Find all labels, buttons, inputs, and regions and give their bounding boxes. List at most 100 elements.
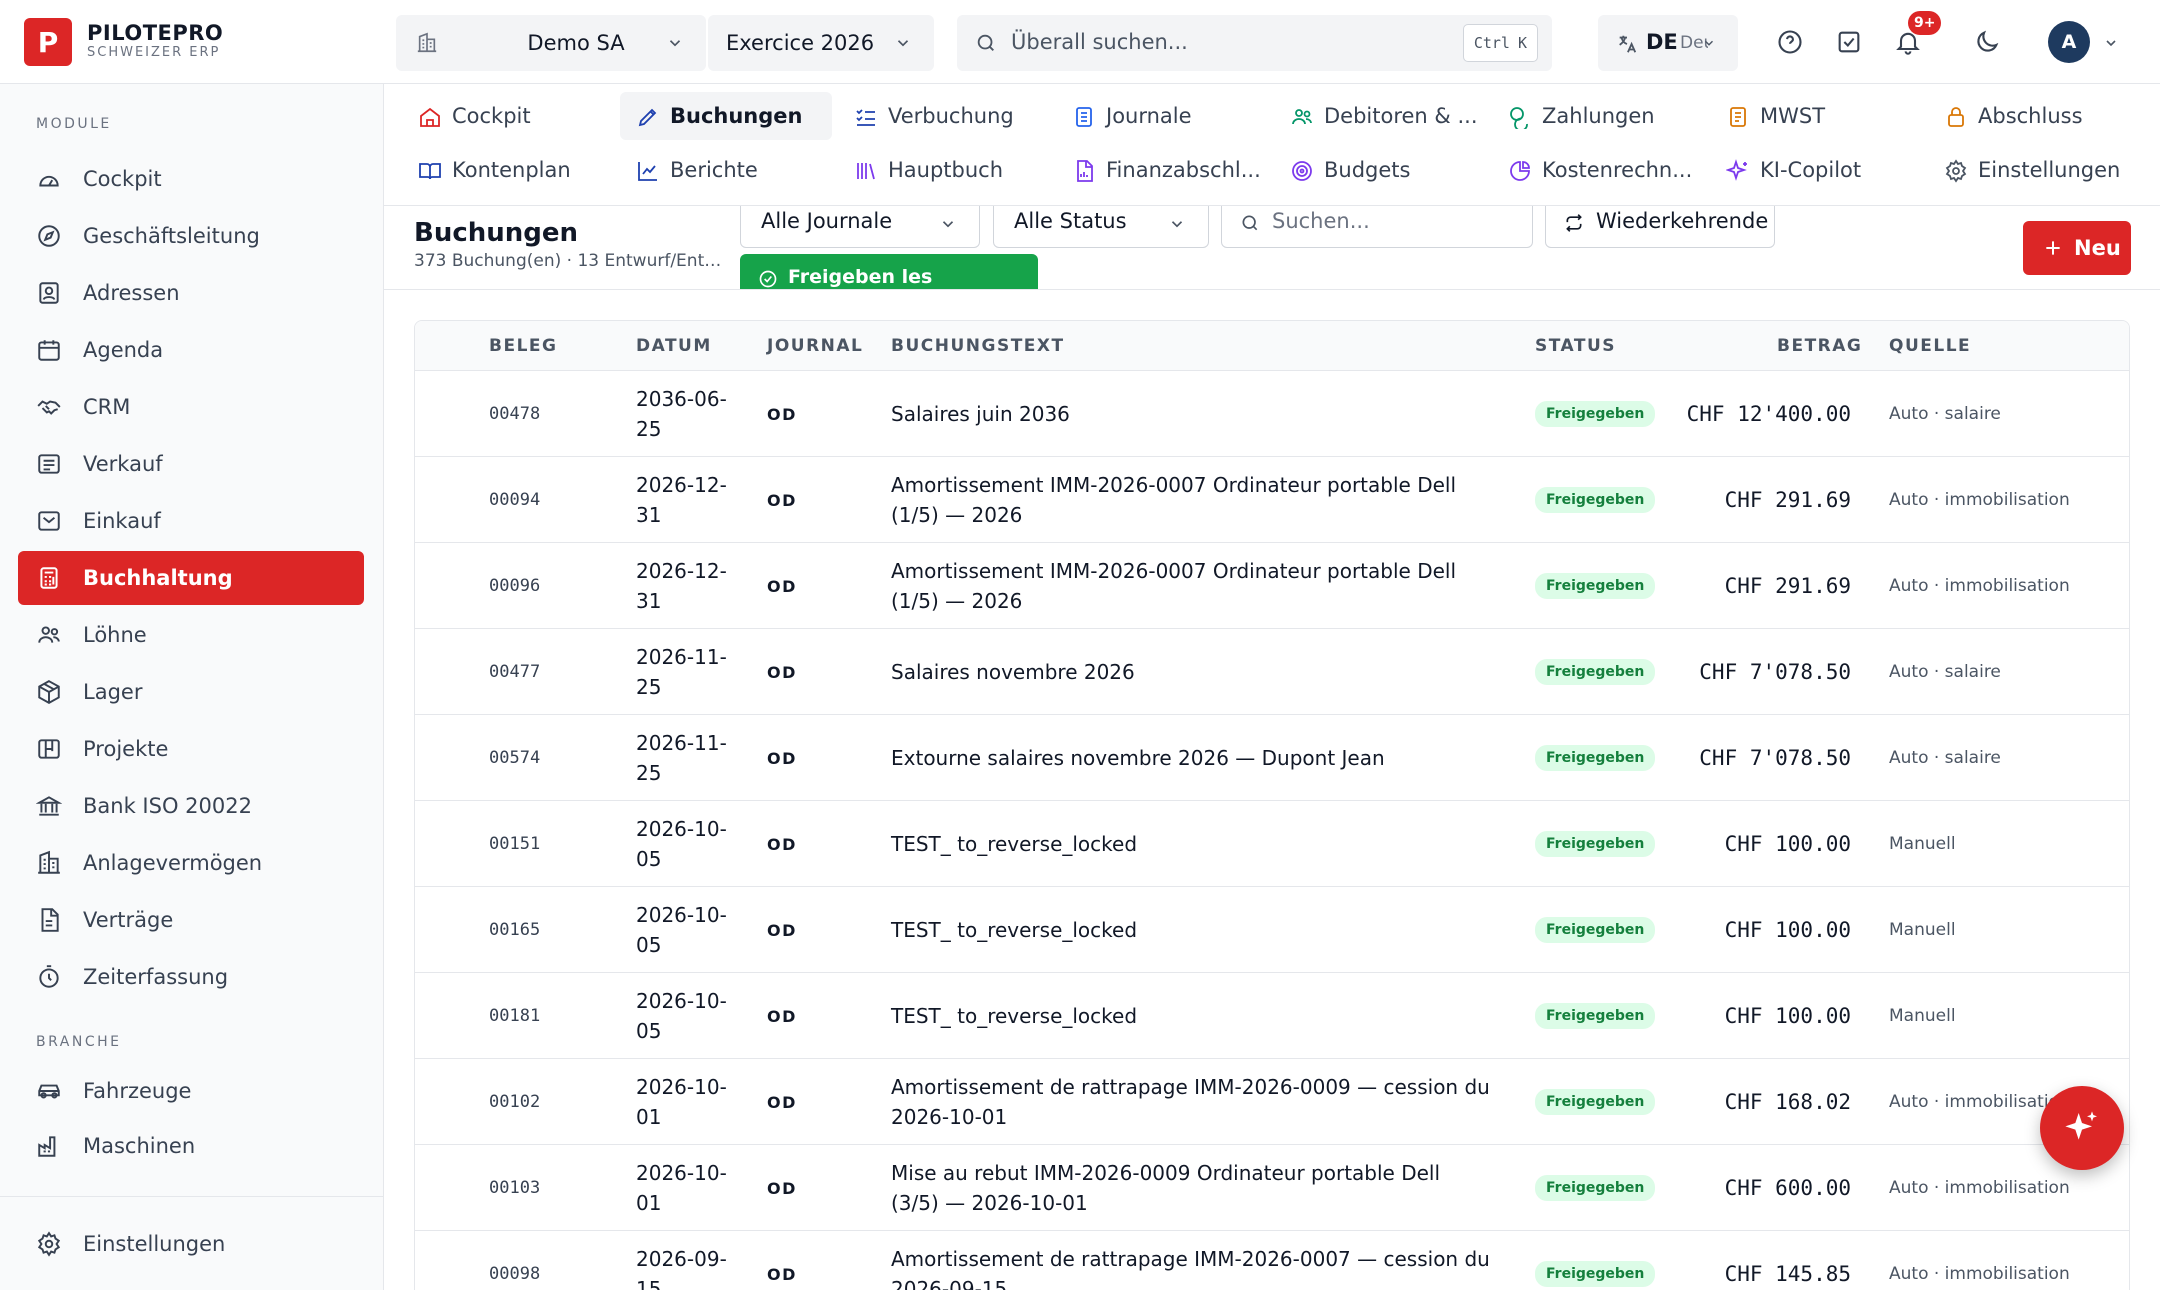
tab-journale[interactable]: Journale — [1056, 92, 1268, 140]
cell-journal: OD — [767, 543, 797, 629]
bookings-search-input[interactable]: Suchen... — [1221, 206, 1533, 248]
language-code: DE — [1646, 30, 1678, 54]
timer-icon — [36, 964, 62, 990]
sidebar-item-buchhaltung[interactable]: Buchhaltung — [18, 551, 364, 605]
approve-drafts-button[interactable]: Freigeben les brouillons — [740, 254, 1038, 289]
tab-finanzabschluss[interactable]: Finanzabschl... — [1056, 146, 1268, 194]
kanban-icon — [36, 736, 62, 762]
sidebar-item-vertraege[interactable]: Verträge — [18, 893, 364, 947]
table-row[interactable]: 00165 2026-10-05 OD TEST_ to_reverse_locked… — [415, 887, 2129, 973]
sidebar-item-lager[interactable]: Lager — [18, 665, 364, 719]
tab-label: MWST — [1760, 104, 1826, 128]
tab-einstellungen[interactable]: Einstellungen — [1928, 146, 2140, 194]
tab-ki-copilot[interactable]: KI-Copilot — [1710, 146, 1922, 194]
help-icon[interactable] — [1776, 28, 1804, 56]
tab-berichte[interactable]: Berichte — [620, 146, 832, 194]
tasks-icon[interactable] — [1835, 28, 1863, 56]
app-logo[interactable]: P — [24, 18, 72, 66]
sidebar-item-agenda[interactable]: Agenda — [18, 323, 364, 377]
column-header-quelle[interactable]: QUELLE — [1889, 336, 1971, 356]
sidebar-item-cockpit[interactable]: Cockpit — [18, 152, 364, 206]
table-row[interactable]: 00098 2026-09-15 OD Amortissement de rattra… — [415, 1231, 2129, 1290]
tab-label: Einstellungen — [1978, 158, 2121, 182]
sidebar-item-settings[interactable]: Einstellungen — [18, 1217, 364, 1271]
sidebar-item-projekte[interactable]: Projekte — [18, 722, 364, 776]
table-row[interactable]: 00181 2026-10-05 OD TEST_ to_reverse_locked… — [415, 973, 2129, 1059]
sidebar-item-label: Einkauf — [83, 509, 161, 533]
cell-datum: 2026-10-01 — [636, 1059, 746, 1145]
table-row[interactable]: 00103 2026-10-01 OD Mise au rebut IMM-2026-… — [415, 1145, 2129, 1231]
table-row[interactable]: 00574 2026-11-25 OD Extourne salaires novem… — [415, 715, 2129, 801]
cell-status: Freigegeben — [1535, 887, 1656, 973]
tab-label: Kontenplan — [452, 158, 571, 182]
cell-journal-text: OD — [767, 748, 797, 768]
tab-hauptbuch[interactable]: Hauptbuch — [838, 146, 1050, 194]
chevron-down-icon — [1702, 36, 1716, 50]
sidebar-item-label: Löhne — [83, 623, 147, 647]
journal-filter-value: Alle Journale — [761, 209, 893, 233]
cell-buchungstext: Salaires juin 2036 — [891, 371, 1491, 457]
sidebar-item-crm[interactable]: CRM — [18, 380, 364, 434]
cell-beleg: 00477 — [489, 629, 540, 715]
column-header-journal[interactable]: JOURNAL — [767, 336, 863, 356]
ai-assistant-button[interactable] — [2040, 1086, 2124, 1170]
global-search-input[interactable]: Überall suchen... Ctrl K — [957, 15, 1552, 71]
cell-betrag-text: CHF 100.00 — [1724, 1004, 1851, 1028]
column-header-betrag[interactable]: BETRAG — [1777, 336, 1862, 356]
status-badge: Freigegeben — [1535, 917, 1656, 943]
cell-datum-text: 2026-10-01 — [636, 1075, 727, 1129]
cell-datum: 2026-10-05 — [636, 973, 746, 1059]
cell-quelle: Auto · immobilisation — [1889, 543, 2070, 629]
tab-abschluss[interactable]: Abschluss — [1928, 92, 2140, 140]
cell-status: Freigegeben — [1535, 1231, 1656, 1290]
fiscal-year-select[interactable]: Exercice 2026 — [708, 15, 934, 71]
sidebar-item-verkauf[interactable]: Verkauf — [18, 437, 364, 491]
chevron-down-icon[interactable] — [2103, 35, 2119, 51]
sidebar-item-loehne[interactable]: Löhne — [18, 608, 364, 662]
tab-buchungen[interactable]: Buchungen — [620, 92, 832, 140]
column-header-beleg[interactable]: BELEG — [489, 336, 557, 356]
table-row[interactable]: 00478 2036-06-25 OD Salaires juin 2036 Freig… — [415, 371, 2129, 457]
column-header-status[interactable]: STATUS — [1535, 336, 1616, 356]
library-icon — [854, 159, 878, 183]
sidebar-item-label: Bank ISO 20022 — [83, 794, 252, 818]
table-row[interactable]: 00096 2026-12-31 OD Amortissement IMM-2026-… — [415, 543, 2129, 629]
tab-kontenplan[interactable]: Kontenplan — [402, 146, 614, 194]
status-badge: Freigegeben — [1535, 487, 1656, 513]
moon-icon[interactable] — [1973, 28, 2001, 56]
sidebar-item-adressen[interactable]: Adressen — [18, 266, 364, 320]
journal-filter-select[interactable]: Alle Journale — [740, 206, 980, 248]
sidebar-item-label: Lager — [83, 680, 143, 704]
column-header-buchungstext[interactable]: BUCHUNGSTEXT — [891, 336, 1065, 356]
tab-mwst[interactable]: MWST — [1710, 92, 1922, 140]
table-row[interactable]: 00151 2026-10-05 OD TEST_ to_reverse_locked… — [415, 801, 2129, 887]
avatar[interactable]: A — [2048, 21, 2090, 63]
table-row[interactable]: 00477 2026-11-25 OD Salaires novembre 2026 F… — [415, 629, 2129, 715]
notebook-icon — [1072, 105, 1096, 129]
file-chart-icon — [1072, 159, 1096, 183]
tab-verbuchung[interactable]: Verbuchung — [838, 92, 1050, 140]
sidebar-item-bank[interactable]: Bank ISO 20022 — [18, 779, 364, 833]
table-row[interactable]: 00094 2026-12-31 OD Amortissement IMM-2026-… — [415, 457, 2129, 543]
tab-cockpit[interactable]: Cockpit — [402, 92, 614, 140]
sidebar-item-fahrzeuge[interactable]: Fahrzeuge — [18, 1064, 364, 1118]
tab-kostenrechnung[interactable]: Kostenrechn... — [1492, 146, 1704, 194]
recurring-button[interactable]: Wiederkehrende — [1545, 206, 1775, 248]
status-filter-select[interactable]: Alle Status — [993, 206, 1209, 248]
sidebar-item-label: Maschinen — [83, 1134, 196, 1158]
language-select[interactable]: DE Deutsch — [1598, 15, 1738, 71]
tab-zahlungen[interactable]: Zahlungen — [1492, 92, 1704, 140]
tab-budgets[interactable]: Budgets — [1274, 146, 1486, 194]
tab-debitoren[interactable]: Debitoren & ... — [1274, 92, 1486, 140]
gauge-icon — [36, 166, 62, 192]
sidebar-item-zeiterfassung[interactable]: Zeiterfassung — [18, 950, 364, 1004]
company-select[interactable]: Demo SA — [396, 15, 706, 71]
cell-beleg: 00478 — [489, 371, 540, 457]
new-booking-button[interactable]: Neu — [2023, 221, 2131, 275]
sidebar-item-maschinen[interactable]: Maschinen — [18, 1119, 364, 1173]
column-header-datum[interactable]: DATUM — [636, 336, 712, 356]
table-row[interactable]: 00102 2026-10-01 OD Amortissement de rattra… — [415, 1059, 2129, 1145]
sidebar-item-anlagevermoegen[interactable]: Anlagevermögen — [18, 836, 364, 890]
sidebar-item-geschaeftsleitung[interactable]: Geschäftsleitung — [18, 209, 364, 263]
sidebar-item-einkauf[interactable]: Einkauf — [18, 494, 364, 548]
